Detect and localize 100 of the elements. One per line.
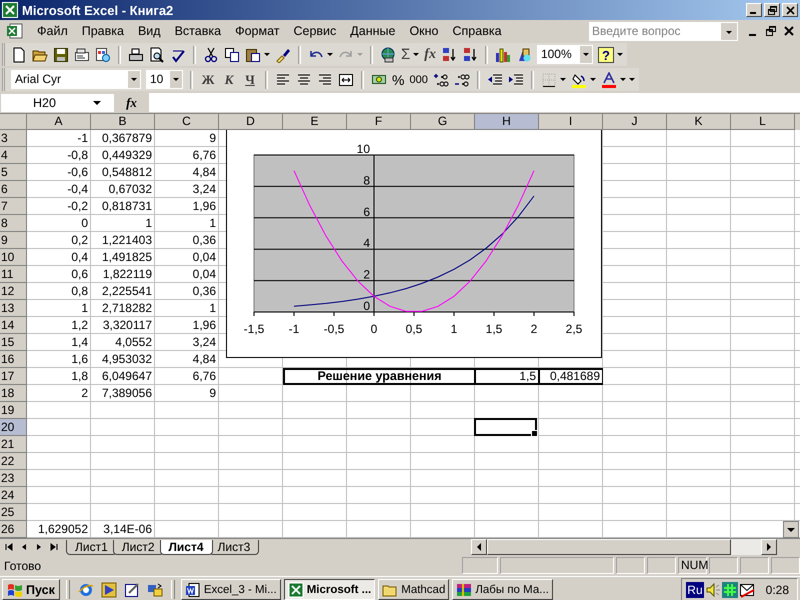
row-header[interactable]: 3 (0, 130, 27, 147)
dropdown-arrow-icon[interactable] (560, 78, 566, 82)
menu-item[interactable]: Формат (228, 22, 286, 40)
browser-icon[interactable] (78, 582, 94, 598)
row-header[interactable]: 6 (0, 181, 27, 198)
row-header[interactable]: 23 (0, 470, 27, 487)
horizontal-scrollbar[interactable] (471, 539, 777, 555)
increase-indent-icon[interactable] (508, 72, 524, 88)
font-size-dropdown[interactable]: 10 (146, 70, 183, 89)
menu-item[interactable]: Окно (402, 22, 446, 40)
close-button[interactable] (782, 3, 798, 17)
scissors-icon[interactable] (203, 46, 219, 62)
sheet-tab[interactable]: Лист1 (66, 540, 117, 554)
taskbar-button[interactable]: Лабы по Ма... (452, 579, 553, 600)
envelope-icon[interactable] (738, 582, 755, 598)
question-field[interactable]: Введите вопрос (589, 22, 738, 40)
taskbar-button[interactable]: Mathcad (378, 579, 450, 600)
row-header[interactable]: 13 (0, 300, 27, 317)
row-header[interactable]: 11 (0, 266, 27, 283)
menu-item[interactable]: Справка (446, 22, 509, 40)
row-header[interactable]: 15 (0, 334, 27, 351)
print-preview-icon[interactable] (149, 46, 165, 62)
insert-function-button[interactable]: fx (114, 94, 149, 110)
format-brush-icon[interactable] (275, 46, 291, 62)
row-header[interactable]: 7 (0, 198, 27, 215)
row-header[interactable]: 20 (0, 419, 27, 436)
row-header[interactable]: 19 (0, 402, 27, 419)
row-header[interactable]: 9 (0, 232, 27, 249)
dropdown-arrow-icon[interactable] (620, 78, 626, 82)
decrease-indent-icon[interactable] (486, 72, 503, 88)
media-player-icon[interactable] (100, 582, 117, 598)
taskbar-button[interactable]: Excel_3 - Mi... (180, 579, 281, 600)
menu-item[interactable]: Правка (74, 22, 131, 40)
percent-button[interactable]: % (392, 72, 404, 88)
underline-button[interactable]: Ч (242, 72, 258, 88)
menu-item[interactable]: Файл (30, 22, 75, 40)
copy-icon[interactable] (224, 46, 240, 62)
dropdown-arrow-icon[interactable] (413, 52, 420, 56)
last-sheet-icon[interactable] (49, 542, 59, 552)
fill-color-bucket-icon[interactable] (570, 72, 587, 88)
toolbar-options-icon[interactable] (616, 52, 623, 56)
sheet-tab[interactable]: Лист2 (112, 540, 164, 554)
column-header[interactable]: H (475, 114, 539, 130)
align-left-icon[interactable] (275, 72, 291, 88)
row-header[interactable]: 25 (0, 504, 27, 521)
formula-field[interactable] (149, 93, 800, 112)
row-header[interactable]: 5 (0, 164, 27, 181)
row-header[interactable]: 17 (0, 368, 27, 385)
sync-icon[interactable] (146, 582, 163, 598)
row-header[interactable]: 22 (0, 453, 27, 470)
row-header[interactable]: 21 (0, 436, 27, 453)
zoom-dropdown[interactable]: 100% (536, 45, 593, 64)
restore-icon[interactable] (764, 24, 778, 38)
row-header[interactable]: 8 (0, 215, 27, 232)
increase-decimal-icon[interactable] (432, 72, 449, 88)
borders-icon[interactable] (540, 72, 557, 88)
row-header[interactable]: 24 (0, 487, 27, 504)
autosum-button[interactable]: Σ (401, 46, 410, 63)
menu-item[interactable]: Данные (343, 22, 402, 40)
minimize-button[interactable] (746, 3, 762, 17)
scroll-right-icon[interactable] (766, 543, 772, 551)
sort-descending-icon[interactable] (462, 46, 478, 62)
decrease-decimal-icon[interactable] (454, 72, 470, 88)
help-button[interactable]: ? (598, 46, 614, 62)
italic-button[interactable]: К (221, 72, 237, 88)
start-button[interactable]: Пуск (2, 579, 60, 600)
sort-ascending-icon[interactable] (440, 46, 457, 62)
language-indicator[interactable]: Ru (686, 582, 704, 598)
bold-button[interactable]: Ж (200, 72, 216, 88)
dropdown-arrow-icon[interactable] (590, 78, 596, 82)
scroll-down-button[interactable] (783, 521, 799, 538)
bar-chart-icon[interactable] (494, 46, 511, 62)
active-cell[interactable] (474, 418, 537, 436)
row-header[interactable]: 12 (0, 283, 27, 300)
align-right-icon[interactable] (317, 72, 333, 88)
first-sheet-icon[interactable] (4, 542, 14, 552)
align-center-icon[interactable] (296, 72, 312, 88)
row-header[interactable]: 10 (0, 249, 27, 266)
dropdown-arrow-icon[interactable] (264, 52, 270, 56)
font-color-icon[interactable] (600, 72, 617, 88)
toolbar-options-icon[interactable] (628, 78, 635, 82)
menu-item[interactable]: Вид (130, 22, 168, 40)
dropdown-arrow-icon[interactable] (327, 52, 333, 56)
chart-area[interactable]: 0 2 4 6 8 10 -1,5 -1 -0,5 0 0,5 1 1,5 2 2,5 (226, 130, 602, 358)
font-dropdown[interactable]: Arial Cyr (11, 70, 141, 89)
sheet-tab[interactable]: Лист4 (160, 540, 213, 554)
row-header[interactable]: 14 (0, 317, 27, 334)
new-document-icon[interactable] (11, 46, 27, 62)
workbook-icon[interactable] (6, 22, 24, 40)
taskbar-button[interactable]: Microsoft ... (284, 579, 376, 600)
thousands-separator-button[interactable]: 000 (409, 74, 428, 86)
merge-cells-icon[interactable] (338, 72, 354, 88)
restore-button[interactable] (764, 3, 780, 17)
name-box[interactable]: H20 (1, 94, 114, 112)
row-header[interactable]: 4 (0, 147, 27, 164)
row-header[interactable]: 26 (0, 521, 27, 538)
row-header[interactable]: 16 (0, 351, 27, 368)
menu-item[interactable]: Вставка (168, 22, 228, 40)
scroll-left-icon[interactable] (476, 543, 482, 551)
globe-link-icon[interactable] (380, 46, 396, 62)
